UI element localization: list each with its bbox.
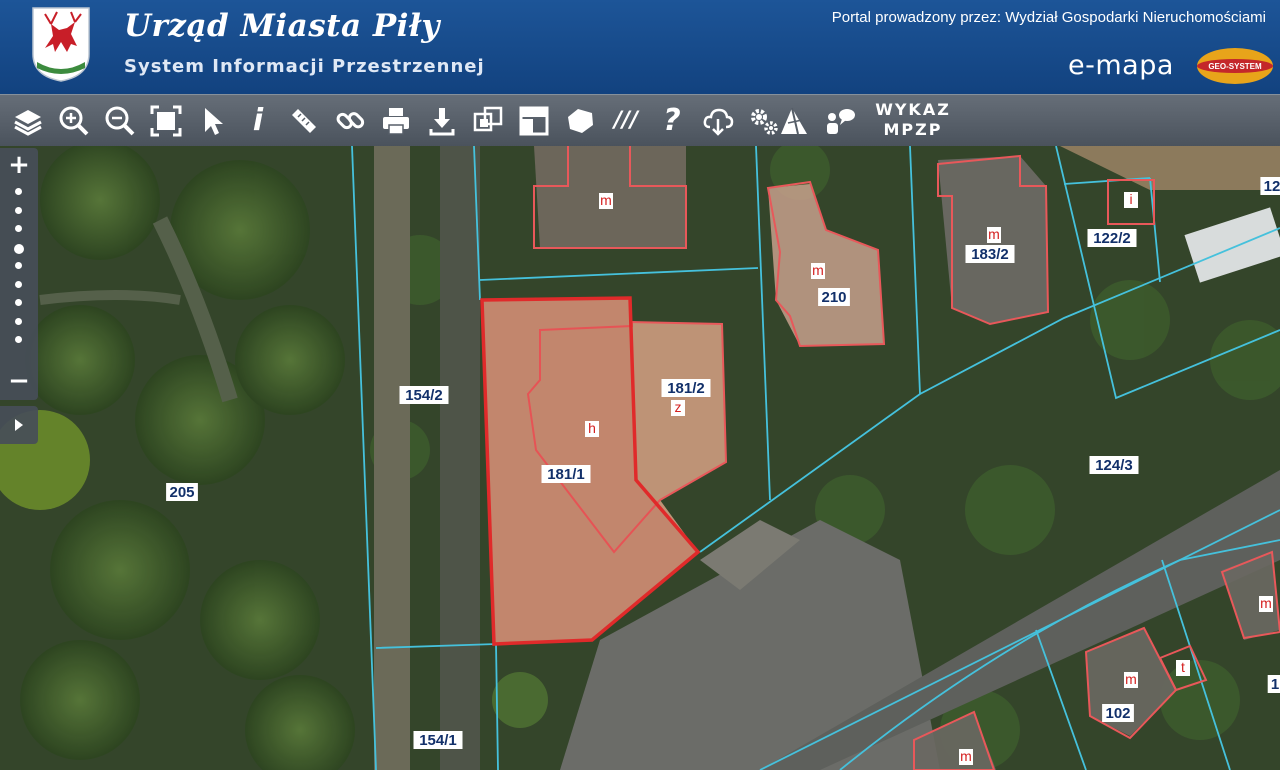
- building-code-label: m: [988, 226, 1000, 242]
- zoom-level-step[interactable]: [15, 299, 22, 306]
- map-canvas[interactable]: 154/2 205 181/1 181/2 210 183/2 122/2 124/3 154/…: [0, 146, 1280, 770]
- user-comment-icon[interactable]: [822, 103, 858, 139]
- hatch-icon[interactable]: ///: [608, 103, 644, 139]
- zoom-level-step[interactable]: [15, 262, 22, 269]
- zoom-in-button[interactable]: +: [0, 150, 38, 180]
- layers-icon[interactable]: [10, 103, 46, 139]
- terrain-icon[interactable]: [776, 103, 812, 139]
- compare-icon[interactable]: [470, 103, 506, 139]
- wykaz-mpzp-line1: WYKAZ: [875, 100, 951, 119]
- link-icon[interactable]: [332, 103, 368, 139]
- zoom-level-step[interactable]: [15, 225, 22, 232]
- zoom-extent-icon[interactable]: [148, 103, 184, 139]
- zoom-level-step[interactable]: [15, 206, 22, 214]
- parcel-label[interactable]: 181/2: [667, 380, 705, 397]
- zoom-level-step[interactable]: [15, 336, 22, 343]
- parcel-label[interactable]: 210: [821, 289, 846, 306]
- download-icon[interactable]: [424, 103, 460, 139]
- toolbar: i /// ?: [0, 94, 1280, 147]
- expand-panel-button[interactable]: [0, 406, 38, 444]
- zoom-level-step[interactable]: [15, 188, 22, 195]
- geosystem-logo: GEO-SYSTEM: [1197, 48, 1273, 84]
- building-code-label: m: [600, 192, 612, 208]
- building-code-label: m: [960, 748, 972, 764]
- building-code-label: m: [812, 262, 824, 278]
- wykaz-mpzp-line2: MPZP: [883, 120, 943, 139]
- shape-icon[interactable]: [562, 103, 598, 139]
- layout-icon[interactable]: [516, 103, 552, 139]
- info-icon[interactable]: i: [240, 103, 276, 139]
- header-bar: Urząd Miasta Piły System Informacji Prze…: [0, 0, 1280, 94]
- parcel-label[interactable]: 154/2: [405, 387, 443, 404]
- building-code-label: z: [675, 399, 682, 415]
- zoom-out-button[interactable]: −: [0, 366, 38, 396]
- zoom-level-step[interactable]: [15, 280, 22, 288]
- cloud-icon[interactable]: [700, 103, 736, 139]
- parcel-label[interactable]: 12: [1264, 178, 1280, 195]
- select-arrow-icon[interactable]: [194, 103, 230, 139]
- parcel-label[interactable]: 181/1: [547, 466, 585, 483]
- geosystem-logo-text: GEO-SYSTEM: [1208, 62, 1262, 71]
- building-code-label: t: [1181, 659, 1185, 675]
- city-crest-logo: [32, 7, 90, 82]
- zoom-out-icon[interactable]: [102, 103, 138, 139]
- measure-icon[interactable]: [286, 103, 322, 139]
- emapa-brand: e-mapa: [1068, 50, 1174, 81]
- building-code-label: i: [1129, 191, 1132, 207]
- page-title: Urząd Miasta Piły: [124, 8, 440, 44]
- zoom-control: + −: [0, 148, 38, 400]
- wykaz-mpzp-button[interactable]: WYKAZ MPZP: [870, 100, 956, 140]
- map-svg: 154/2 205 181/1 181/2 210 183/2 122/2 124/3 154/…: [0, 146, 1280, 770]
- parcel-label[interactable]: 102: [1105, 705, 1130, 722]
- chevron-right-icon: [15, 419, 23, 431]
- parcel-label[interactable]: 154/1: [419, 732, 457, 749]
- zoom-in-icon[interactable]: [56, 103, 92, 139]
- building-code-label: h: [588, 420, 596, 436]
- parcel-label[interactable]: 122/2: [1093, 230, 1131, 247]
- parcel-label[interactable]: 1: [1271, 676, 1279, 693]
- parcel-label[interactable]: 124/3: [1095, 457, 1133, 474]
- print-icon[interactable]: [378, 103, 414, 139]
- building-code-label: m: [1125, 671, 1137, 687]
- zoom-level-step[interactable]: [15, 317, 22, 325]
- help-icon[interactable]: ?: [654, 103, 690, 139]
- building-code-label: m: [1260, 595, 1272, 611]
- parcel-label[interactable]: 205: [169, 484, 194, 501]
- zoom-level-step[interactable]: [14, 243, 24, 254]
- portal-info-text: Portal prowadzony przez: Wydział Gospoda…: [831, 9, 1266, 26]
- page-subtitle: System Informacji Przestrzennej: [124, 56, 485, 77]
- parcel-label[interactable]: 183/2: [971, 246, 1009, 263]
